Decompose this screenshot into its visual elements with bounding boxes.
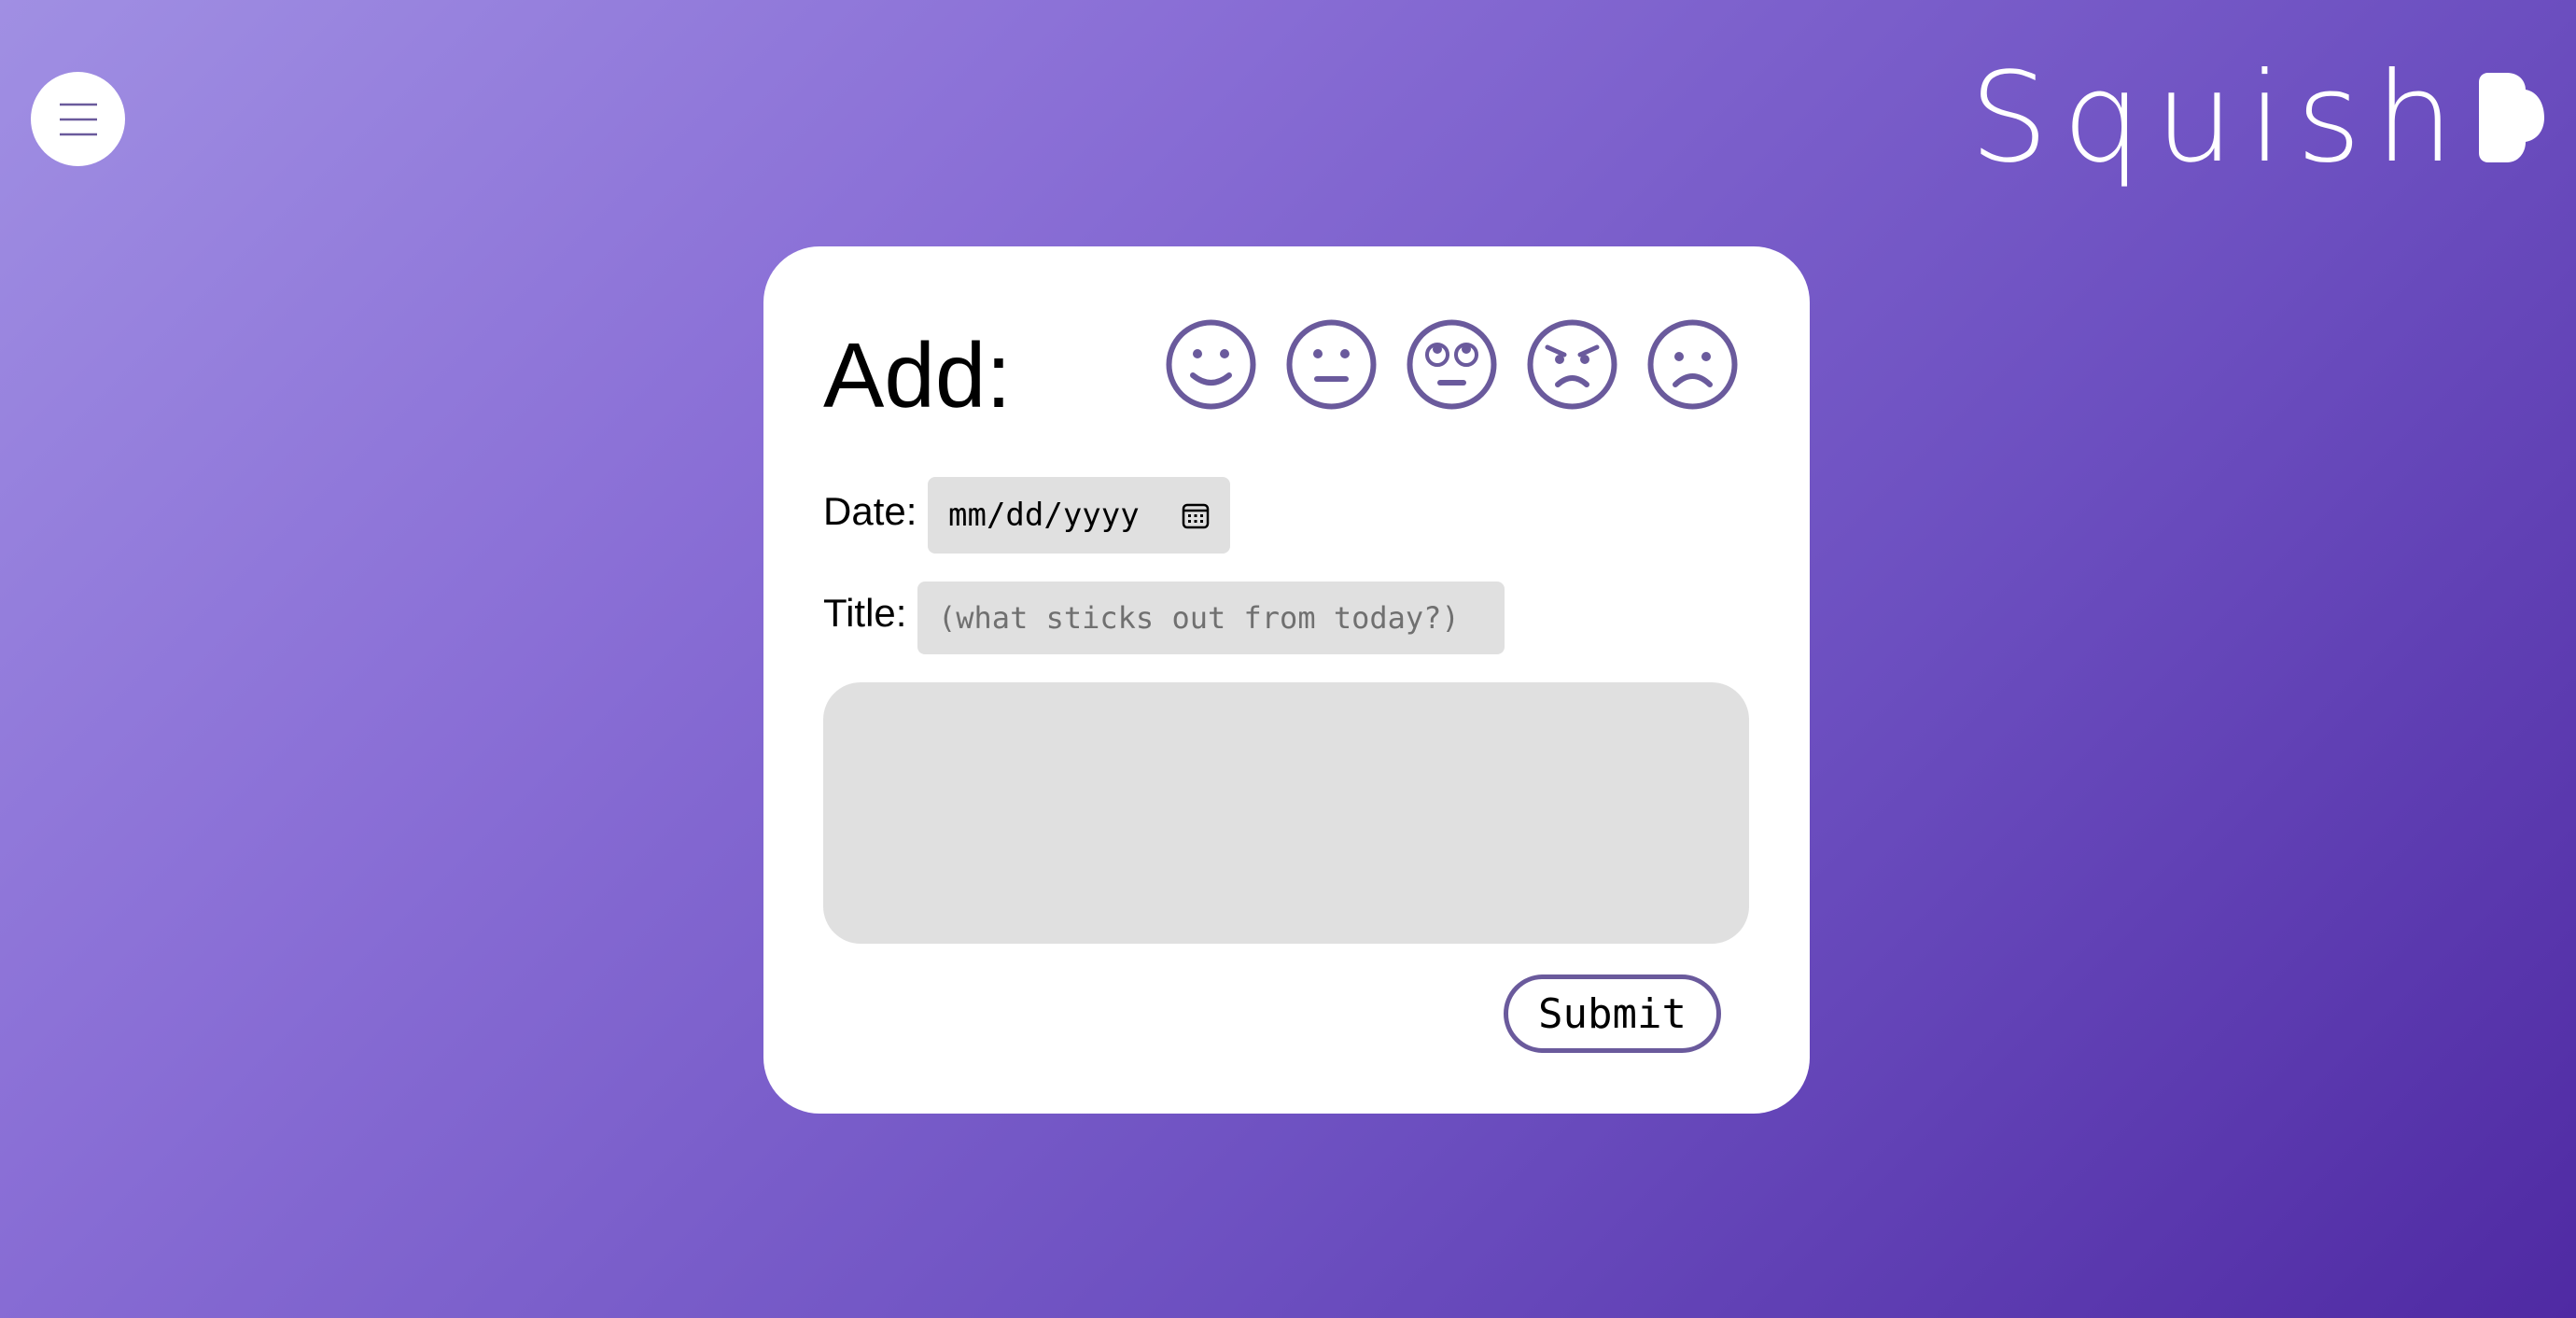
neutral-face-icon (1286, 319, 1377, 410)
mood-selector (1166, 319, 1738, 410)
mood-eye-roll-button[interactable] (1407, 319, 1497, 410)
calendar-icon[interactable] (1182, 501, 1210, 529)
happy-face-icon (1166, 319, 1256, 410)
app-logo: Squish (1969, 49, 2544, 198)
date-label: Date: (823, 489, 917, 533)
title-label: Title: (823, 591, 907, 635)
mood-angry-button[interactable] (1527, 319, 1617, 410)
squish-blob-icon (2479, 73, 2544, 162)
date-input[interactable]: mm/dd/yyyy (928, 477, 1230, 554)
date-input-placeholder: mm/dd/yyyy (948, 497, 1140, 534)
card-title: Add: (823, 324, 1012, 427)
submit-button[interactable]: Submit (1504, 974, 1721, 1053)
logo-text: Squish (1969, 47, 2468, 190)
entry-body-textarea[interactable] (823, 682, 1749, 944)
eye-roll-face-icon (1407, 319, 1497, 410)
menu-button[interactable] (31, 72, 125, 166)
hamburger-menu-icon (59, 103, 97, 135)
mood-neutral-button[interactable] (1286, 319, 1377, 410)
mood-sad-button[interactable] (1647, 319, 1738, 410)
mood-happy-button[interactable] (1166, 319, 1256, 410)
title-input[interactable] (917, 582, 1505, 654)
angry-face-icon (1527, 319, 1617, 410)
add-entry-card: Add: Date: mm/dd/yyyy Title: (what stick… (763, 246, 1810, 1114)
sad-face-icon (1647, 319, 1738, 410)
